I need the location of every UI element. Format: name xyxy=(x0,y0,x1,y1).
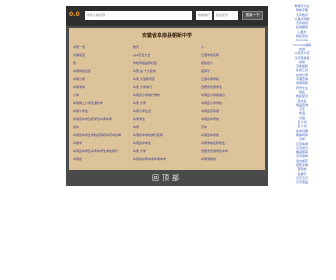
table-link[interactable]: 阜南学校的 xyxy=(201,157,263,161)
search-button[interactable]: 搜索一下 xyxy=(242,11,263,20)
table-link[interactable]: 阜南县小学排行学校 xyxy=(133,93,199,97)
main-frame: 0.0 搜索人物名称 热歌排行 姓名配对 搜索一下 安徽省阜南县朝新中学 阜南一… xyxy=(66,6,268,186)
site-logo[interactable]: 0.0 xyxy=(69,11,80,18)
table-link[interactable]: 阜南县中学生 xyxy=(133,141,199,145)
page-title: 安徽省阜南县朝新中学 xyxy=(141,33,192,39)
table-row: 阜南学校 阜南 大学排行 合肥市普通学生 xyxy=(73,85,263,93)
table-row: 乡镇街道 gps定位大全 汇报学校名称 xyxy=(73,53,263,61)
table-link[interactable]: 人 xyxy=(201,45,263,49)
table-link[interactable]: 阜南 大学 xyxy=(133,149,199,153)
table-row: 小学 阜南县小学排行学校 阜南县小学的信息 xyxy=(73,93,263,101)
table-link[interactable]: 小学 xyxy=(73,93,129,97)
table-link[interactable]: 名称不 xyxy=(201,69,263,73)
table-link[interactable]: 阜南初中学校排行名称 xyxy=(133,133,199,137)
table-row: 阜南中 阜南县中学生 阜南学校名称学生 xyxy=(73,141,263,149)
table-row: 阜南网上小学生课外学 阜南 大学 阜南县小学学校 xyxy=(73,101,263,109)
sidebar-link[interactable]: 汉字笔画 xyxy=(271,180,333,184)
table-row: 初中 中学 高中 xyxy=(73,125,263,133)
table-link[interactable]: 阜南县高年级 xyxy=(201,109,263,113)
table-link[interactable]: 阜南名 xyxy=(73,157,129,161)
table-link[interactable]: 初中 xyxy=(73,125,129,129)
table-link[interactable]: 阜南小学生 xyxy=(73,109,129,113)
table-link[interactable]: 阜南一览 xyxy=(73,45,129,49)
table-row: 街学校风格品牌社区 名校名片 xyxy=(73,61,263,69)
table-link[interactable]: 阜南县中学生阜南中学生学校排行 xyxy=(73,149,129,153)
table-link[interactable]: 阜南县中学的 xyxy=(201,117,263,121)
table-row: 阜南特色社区 阜南 是 十大名校 名称不 xyxy=(73,69,263,77)
table-row: 阜南一览 教育人 xyxy=(73,45,263,53)
table-link[interactable]: 汇报学校名称 xyxy=(201,53,263,57)
table-link[interactable]: 合肥市普通学生 xyxy=(201,85,263,89)
table-row: 阜南县中学生初学生阜南中学 阜南学生 阜南县中学的 xyxy=(73,117,263,125)
top-bar: 0.0 搜索人物名称 热歌排行 姓名配对 搜索一下 xyxy=(66,6,268,26)
table-row: 阜南名 阜南的阜南中学阜南中学 阜南学校的 xyxy=(73,157,263,165)
table-link[interactable]: 阜南 是 十大名校 xyxy=(133,69,199,73)
table-link[interactable]: 阜南县中学生学校名称初中高中名单 xyxy=(73,133,129,137)
table-link[interactable]: gps定位大全 xyxy=(133,53,199,57)
table-link[interactable]: 名校名片 xyxy=(201,61,263,65)
type-select[interactable]: 姓名配对 xyxy=(214,11,238,20)
back-to-top-button[interactable]: 回顶部 xyxy=(66,173,268,183)
table-link[interactable]: 阜南县中学生初学生阜南中学 xyxy=(73,117,129,121)
table-link[interactable]: 阜南的阜南中学阜南中学 xyxy=(133,157,199,161)
table-link[interactable]: 阜南 大型教育区 xyxy=(133,77,199,81)
sidebar-links: 繁体字大全 繁体字典 大写数字 火星文转换 汉字拼音 在线翻译 火星文 姓名测试 Unicode… xyxy=(271,4,333,184)
table-link[interactable]: 阜南县小学学校 xyxy=(201,101,263,105)
table-link[interactable]: 乡镇街道 xyxy=(73,53,129,57)
table-link[interactable]: 中学 xyxy=(133,125,199,129)
content-panel: 安徽省阜南县朝新中学 阜南一览 教育人乡镇街道 gps定位大全 汇报学校名称街学校风格… xyxy=(69,28,265,170)
table-row: 阜南小学 阜南 大型教育区 汇报阜南学校 xyxy=(73,77,263,85)
table-link[interactable]: 阜南县小学的信息 xyxy=(201,93,263,97)
table-link[interactable]: 阜南小学生活 xyxy=(133,109,199,113)
category-select[interactable]: 热歌排行 xyxy=(196,11,212,20)
table-link[interactable]: 阜南小学 xyxy=(73,77,129,81)
table-link[interactable]: 阜南学生 xyxy=(133,117,199,121)
table-link[interactable]: 阜南学校 xyxy=(73,85,129,89)
search-input[interactable]: 搜索人物名称 xyxy=(85,11,192,20)
table-link[interactable]: 阜南学校名称学生 xyxy=(201,141,263,145)
table-link[interactable]: 阜南中 xyxy=(73,141,129,145)
table-link[interactable]: 阜南 大学 xyxy=(133,101,199,105)
table-row: 阜南小学生 阜南小学生活 阜南县高年级 xyxy=(73,109,263,117)
table-link[interactable]: 教育 xyxy=(133,45,199,49)
table-link[interactable]: 阜南县中学的 xyxy=(201,133,263,137)
table-link[interactable]: 合肥市普通学生中学 xyxy=(201,149,263,153)
table-link[interactable]: 汇报阜南学校 xyxy=(201,77,263,81)
table-row: 阜南县中学生学校名称初中高中名单 阜南初中学校排行名称 阜南县中学的 xyxy=(73,133,263,141)
table-link[interactable]: 街 xyxy=(73,61,129,65)
table-link[interactable]: 阜南 大学排行 xyxy=(133,85,199,89)
link-table: 阜南一览 教育人乡镇街道 gps定位大全 汇报学校名称街学校风格品牌社区 名校名片 阜南特… xyxy=(73,45,263,165)
table-link[interactable]: 高中 xyxy=(201,125,263,129)
table-row: 阜南县中学生阜南中学生学校排行 阜南 大学 合肥市普通学生中学 xyxy=(73,149,263,157)
table-link[interactable]: 阜南网上小学生课外学 xyxy=(73,101,129,105)
table-link[interactable]: 学校风格品牌社区 xyxy=(133,61,199,65)
table-link[interactable]: 阜南特色社区 xyxy=(73,69,129,73)
